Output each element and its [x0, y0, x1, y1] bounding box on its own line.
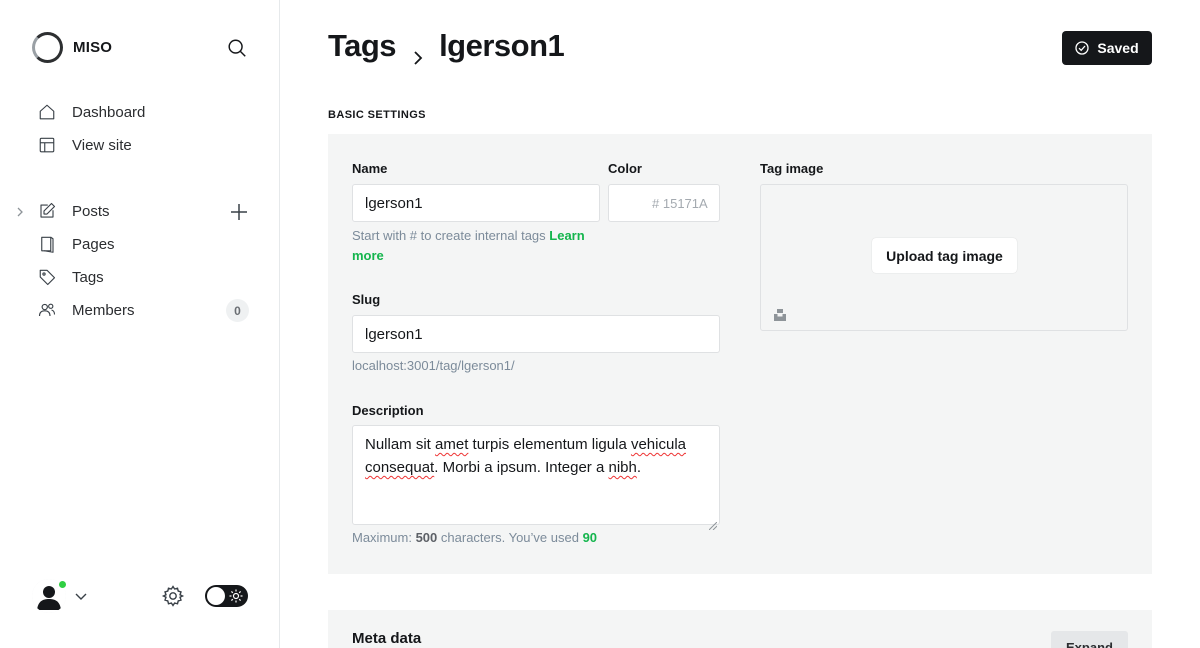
- add-post-icon[interactable]: [229, 202, 249, 222]
- slug-url-preview: localhost:3001/tag/lgerson1/: [352, 358, 515, 373]
- sidebar-item-pages[interactable]: Pages: [0, 228, 280, 261]
- pencil-square-icon: [38, 202, 56, 220]
- primary-nav: Dashboard View site: [0, 96, 280, 162]
- slug-label: Slug: [352, 292, 381, 307]
- basic-settings-panel: Name lgerson1 Start with # to create int…: [328, 134, 1152, 574]
- meta-data-title: Meta data: [352, 630, 422, 647]
- layout-icon: [38, 136, 56, 154]
- online-status-dot: [57, 579, 68, 590]
- description-textarea[interactable]: Nullam sit amet turpis elementum ligula …: [352, 425, 720, 531]
- sidebar-item-dashboard[interactable]: Dashboard: [0, 96, 280, 129]
- breadcrumb: Tags lgerson1: [328, 28, 565, 65]
- check-circle-icon: [1075, 41, 1090, 55]
- page-icon: [38, 235, 56, 253]
- members-count-badge: 0: [226, 299, 249, 322]
- dark-mode-toggle[interactable]: [205, 585, 248, 607]
- expand-button[interactable]: Expand: [1051, 631, 1128, 648]
- site-title: MISO: [73, 39, 113, 56]
- name-input[interactable]: lgerson1: [352, 184, 600, 222]
- sidebar-item-label: Dashboard: [72, 104, 146, 121]
- tag-image-label: Tag image: [760, 161, 824, 176]
- main-content: Tags lgerson1 Saved BASIC SETTINGS Name …: [328, 0, 1152, 648]
- chevron-down-icon[interactable]: [74, 589, 88, 603]
- brand[interactable]: MISO: [32, 32, 112, 63]
- name-hint: Start with # to create internal tags Lea…: [352, 228, 585, 263]
- name-label: Name: [352, 161, 388, 176]
- sidebar-item-posts[interactable]: Posts: [0, 195, 280, 228]
- content-nav: Posts Pages Tags Members 0: [0, 195, 280, 327]
- sidebar-item-label: View site: [72, 137, 132, 154]
- color-input[interactable]: # 15171A: [646, 184, 720, 222]
- sidebar-item-label: Posts: [72, 203, 110, 220]
- sidebar-item-members[interactable]: Members 0: [0, 294, 280, 327]
- breadcrumb-tags-link[interactable]: Tags: [328, 28, 397, 64]
- sidebar-item-tags[interactable]: Tags: [0, 261, 280, 294]
- description-char-count: Maximum: 500 characters. You’ve used 90: [352, 530, 598, 545]
- chevron-right-icon: [410, 38, 426, 65]
- unsplash-icon[interactable]: [773, 308, 787, 322]
- save-button-label: Saved: [1097, 40, 1139, 56]
- sidebar-item-label: Members: [72, 302, 135, 319]
- sidebar-item-label: Tags: [72, 269, 104, 286]
- sun-icon: [229, 589, 243, 603]
- tag-icon: [38, 268, 56, 286]
- color-swatch[interactable]: [608, 184, 647, 222]
- upload-tag-image-button[interactable]: Upload tag image: [872, 238, 1017, 273]
- slug-input[interactable]: lgerson1: [352, 315, 720, 353]
- resize-handle-icon[interactable]: [708, 514, 718, 531]
- sidebar-footer: [32, 578, 248, 614]
- house-icon: [38, 103, 56, 121]
- meta-data-panel: Meta data Expand: [328, 610, 1152, 648]
- toggle-knob: [207, 587, 225, 605]
- tag-image-dropzone[interactable]: Upload tag image: [760, 184, 1128, 331]
- sidebar: MISO Dashboard View site Posts Pages Tag…: [0, 0, 280, 648]
- site-logo-icon: [32, 32, 63, 63]
- sidebar-item-view-site[interactable]: View site: [0, 129, 280, 162]
- page-title: lgerson1: [439, 28, 565, 63]
- search-icon[interactable]: [226, 37, 248, 59]
- members-icon: [38, 301, 56, 319]
- gear-icon[interactable]: [161, 584, 185, 608]
- color-label: Color: [608, 161, 642, 176]
- save-button[interactable]: Saved: [1062, 31, 1152, 65]
- description-label: Description: [352, 403, 424, 418]
- sidebar-item-label: Pages: [72, 236, 115, 253]
- chevron-right-icon[interactable]: [14, 205, 26, 217]
- section-heading: BASIC SETTINGS: [328, 109, 426, 121]
